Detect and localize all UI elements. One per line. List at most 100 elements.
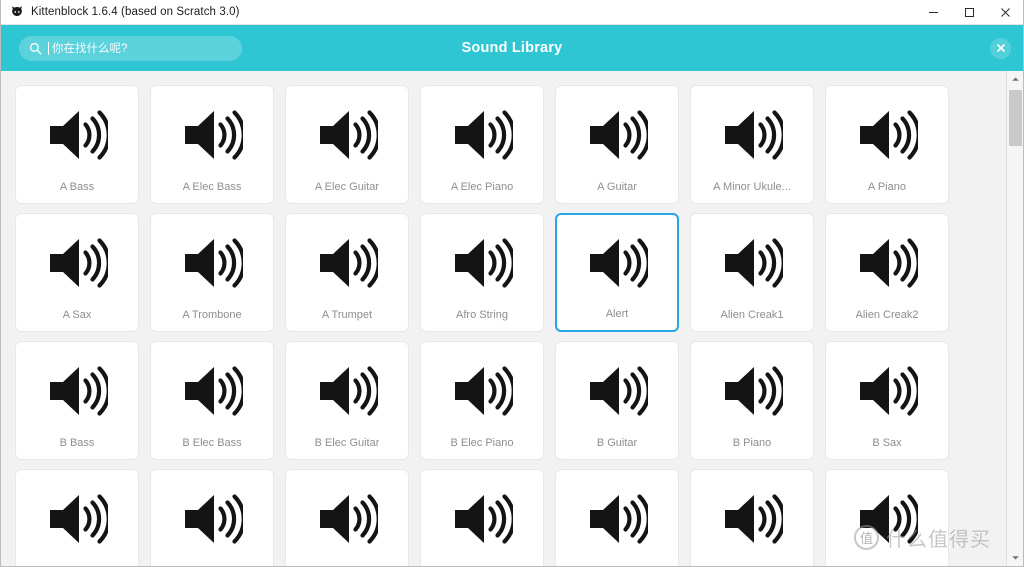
sound-tile[interactable]: B Bass [15,341,139,460]
speaker-icon [449,234,515,292]
scrollbar-thumb[interactable] [1008,90,1022,146]
sound-tile[interactable]: A Sax [15,213,139,332]
speaker-icon [44,490,110,548]
sound-tile-label: A Trumpet [321,309,373,321]
speaker-icon [854,362,920,420]
sound-tile[interactable]: A Guitar [555,85,679,204]
speaker-icon [854,234,920,292]
scrollbar-track[interactable] [1007,88,1024,549]
sound-tile-label: A Trombone [182,309,242,321]
search-placeholder: 你在找什么呢? [52,43,128,55]
vertical-scrollbar[interactable] [1006,71,1023,566]
library-body: A Bass A Elec Bass A Elec Guitar A Elec … [1,71,1023,566]
sound-tile-label: Afro String [456,309,508,321]
speaker-icon [314,362,380,420]
speaker-icon [449,362,515,420]
sound-tile-label: A Sax [62,309,92,321]
sound-tile[interactable]: Afro String [420,213,544,332]
speaker-icon [314,490,380,548]
sound-tile[interactable]: B Sax [825,341,949,460]
sound-tile-label: B Piano [732,437,772,449]
sound-tile[interactable]: A Piano [825,85,949,204]
sound-tile[interactable] [690,469,814,566]
speaker-icon [854,490,920,548]
speaker-icon [719,106,785,164]
sound-tile[interactable]: A Elec Guitar [285,85,409,204]
maximize-button[interactable] [951,0,987,25]
speaker-icon [44,362,110,420]
sound-tile-label: Alien Creak2 [855,309,919,321]
title-bar: Kittenblock 1.6.4 (based on Scratch 3.0) [1,0,1023,25]
sound-tile[interactable] [15,469,139,566]
speaker-icon [179,106,245,164]
sound-tile[interactable]: A Trombone [150,213,274,332]
sound-tile-label: B Sax [872,437,902,449]
sound-tile[interactable] [420,469,544,566]
sound-grid-scroll-area[interactable]: A Bass A Elec Bass A Elec Guitar A Elec … [1,71,1006,566]
sound-tile[interactable]: B Elec Guitar [285,341,409,460]
window-title: Kittenblock 1.6.4 (based on Scratch 3.0) [31,6,240,18]
sound-tile-label: A Bass [59,181,95,193]
speaker-icon [179,362,245,420]
sound-tile-label: A Elec Guitar [314,181,380,193]
library-close-button[interactable] [990,37,1011,59]
speaker-icon [584,106,650,164]
window-close-button[interactable] [987,0,1023,25]
sound-tile-label: Alien Creak1 [720,309,784,321]
sound-tile-label: Alert [605,308,629,320]
speaker-icon [44,234,110,292]
search-caret [48,41,49,55]
speaker-icon [179,490,245,548]
sound-tile-label: B Elec Guitar [314,437,380,449]
speaker-icon [719,234,785,292]
sound-tile-label: A Piano [868,181,906,193]
sound-tile[interactable]: B Elec Piano [420,341,544,460]
sound-tile[interactable]: B Guitar [555,341,679,460]
sound-tile[interactable] [825,469,949,566]
chevron-down-icon[interactable] [1007,549,1024,566]
sound-tile-label: B Elec Piano [450,437,514,449]
sound-tile-label: A Elec Piano [450,181,514,193]
sound-tile[interactable]: A Bass [15,85,139,204]
sound-tile-label: A Guitar [597,181,637,193]
sound-tile[interactable] [285,469,409,566]
speaker-icon [719,362,785,420]
sound-tile-label: B Elec Bass [182,437,242,449]
sound-tile-label: B Bass [59,437,95,449]
speaker-icon [584,234,650,292]
speaker-icon [449,490,515,548]
sound-tile[interactable]: Alien Creak2 [825,213,949,332]
speaker-icon [314,106,380,164]
sound-tile[interactable]: Alien Creak1 [690,213,814,332]
chevron-up-icon[interactable] [1007,71,1024,88]
sound-tile[interactable]: A Elec Piano [420,85,544,204]
search-icon [29,42,42,55]
kitten-icon [10,5,24,19]
sound-grid: A Bass A Elec Bass A Elec Guitar A Elec … [15,85,990,566]
sound-tile[interactable]: A Trumpet [285,213,409,332]
library-header: 你在找什么呢? Sound Library [1,25,1023,71]
kittenblock-window: Kittenblock 1.6.4 (based on Scratch 3.0) [0,0,1024,567]
speaker-icon [44,106,110,164]
title-bar-left: Kittenblock 1.6.4 (based on Scratch 3.0) [1,5,240,19]
minimize-button[interactable] [915,0,951,25]
sound-tile[interactable]: B Piano [690,341,814,460]
speaker-icon [314,234,380,292]
sound-tile-label: A Elec Bass [182,181,242,193]
sound-tile[interactable] [150,469,274,566]
sound-tile-label: A Minor Ukule... [713,181,791,193]
sound-tile[interactable]: A Elec Bass [150,85,274,204]
window-controls [915,0,1023,25]
speaker-icon [179,234,245,292]
sound-tile[interactable] [555,469,679,566]
search-input[interactable]: 你在找什么呢? [19,35,242,61]
speaker-icon [584,362,650,420]
sound-tile-label: B Guitar [596,437,638,449]
sound-tile[interactable]: Alert [555,213,679,332]
speaker-icon [584,490,650,548]
speaker-icon [719,490,785,548]
speaker-icon [449,106,515,164]
sound-tile[interactable]: A Minor Ukule... [690,85,814,204]
sound-tile[interactable]: B Elec Bass [150,341,274,460]
speaker-icon [854,106,920,164]
